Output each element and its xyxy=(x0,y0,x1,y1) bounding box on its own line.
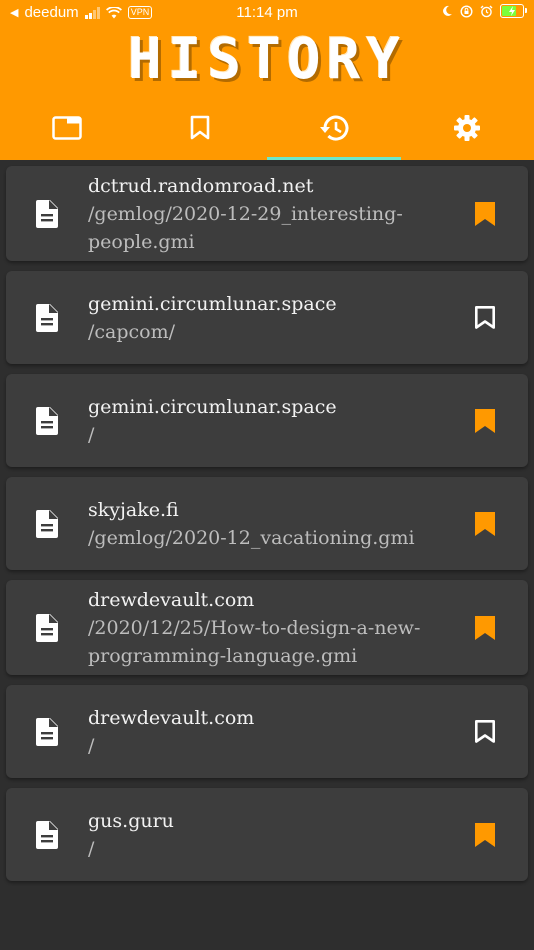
tab-history[interactable] xyxy=(267,96,401,160)
status-bar: ◀ deedum VPN 11:14 pm xyxy=(0,0,534,28)
rotation-lock-icon xyxy=(460,4,473,18)
list-item[interactable]: gemini.circumlunar.space /capcom/ xyxy=(6,271,528,364)
history-host: drewdevault.com xyxy=(88,707,255,729)
list-item[interactable]: gus.guru / xyxy=(6,788,528,881)
list-item[interactable]: drewdevault.com /2020/12/25/How-to-desig… xyxy=(6,580,528,675)
page-title: HISTORY xyxy=(127,27,406,92)
bookmark-filled-icon[interactable] xyxy=(474,408,496,434)
document-icon xyxy=(36,820,58,849)
history-path: /2020/12/25/How-to-design-a-new- xyxy=(88,617,421,639)
document-icon xyxy=(36,717,58,746)
document-icon xyxy=(36,509,58,538)
document-icon xyxy=(36,613,58,642)
bookmark-filled-icon[interactable] xyxy=(474,511,496,537)
document-icon xyxy=(36,303,58,332)
moon-icon xyxy=(443,5,452,16)
bookmark-icon xyxy=(190,115,210,140)
tab-tabs[interactable] xyxy=(0,96,134,160)
bookmark-outline-icon[interactable] xyxy=(474,305,496,331)
history-icon xyxy=(319,115,349,141)
document-icon xyxy=(36,199,58,228)
list-item[interactable]: skyjake.fi /gemlog/2020-12_vacationing.g… xyxy=(6,477,528,570)
history-host: gemini.circumlunar.space xyxy=(88,396,337,418)
history-path: / xyxy=(88,424,95,446)
history-host: drewdevault.com xyxy=(88,589,255,611)
history-path: people.gmi xyxy=(88,231,195,253)
list-item[interactable]: gemini.circumlunar.space / xyxy=(6,374,528,467)
history-path: programming-language.gmi xyxy=(88,645,358,667)
bookmark-filled-icon[interactable] xyxy=(474,822,496,848)
history-path: / xyxy=(88,735,95,757)
tab-settings[interactable] xyxy=(401,96,534,160)
bookmark-filled-icon[interactable] xyxy=(474,615,496,641)
battery-icon xyxy=(500,4,527,18)
list-item[interactable]: dctrud.randomroad.net /gemlog/2020-12-29… xyxy=(6,166,528,261)
list-item[interactable]: drewdevault.com / xyxy=(6,685,528,778)
document-icon xyxy=(36,406,58,435)
status-right xyxy=(441,4,527,18)
tabs-icon xyxy=(52,116,82,140)
history-host: gus.guru xyxy=(88,810,174,832)
alarm-icon xyxy=(480,5,493,17)
tab-bookmarks[interactable] xyxy=(134,96,268,160)
history-list: dctrud.randomroad.net /gemlog/2020-12-29… xyxy=(6,166,528,891)
app-header: ◀ deedum VPN 11:14 pm HISTORY xyxy=(0,0,534,160)
history-path: /gemlog/2020-12_vacationing.gmi xyxy=(88,527,415,549)
history-path: / xyxy=(88,838,95,860)
history-path: /capcom/ xyxy=(88,321,176,343)
bookmark-filled-icon[interactable] xyxy=(474,201,496,227)
settings-gear-icon xyxy=(454,115,481,141)
tab-bar xyxy=(0,96,534,160)
history-host: gemini.circumlunar.space xyxy=(88,293,337,315)
bookmark-outline-icon[interactable] xyxy=(474,719,496,745)
history-host: skyjake.fi xyxy=(88,499,179,521)
history-path: /gemlog/2020-12-29_interesting- xyxy=(88,203,403,225)
history-host: dctrud.randomroad.net xyxy=(88,175,314,197)
